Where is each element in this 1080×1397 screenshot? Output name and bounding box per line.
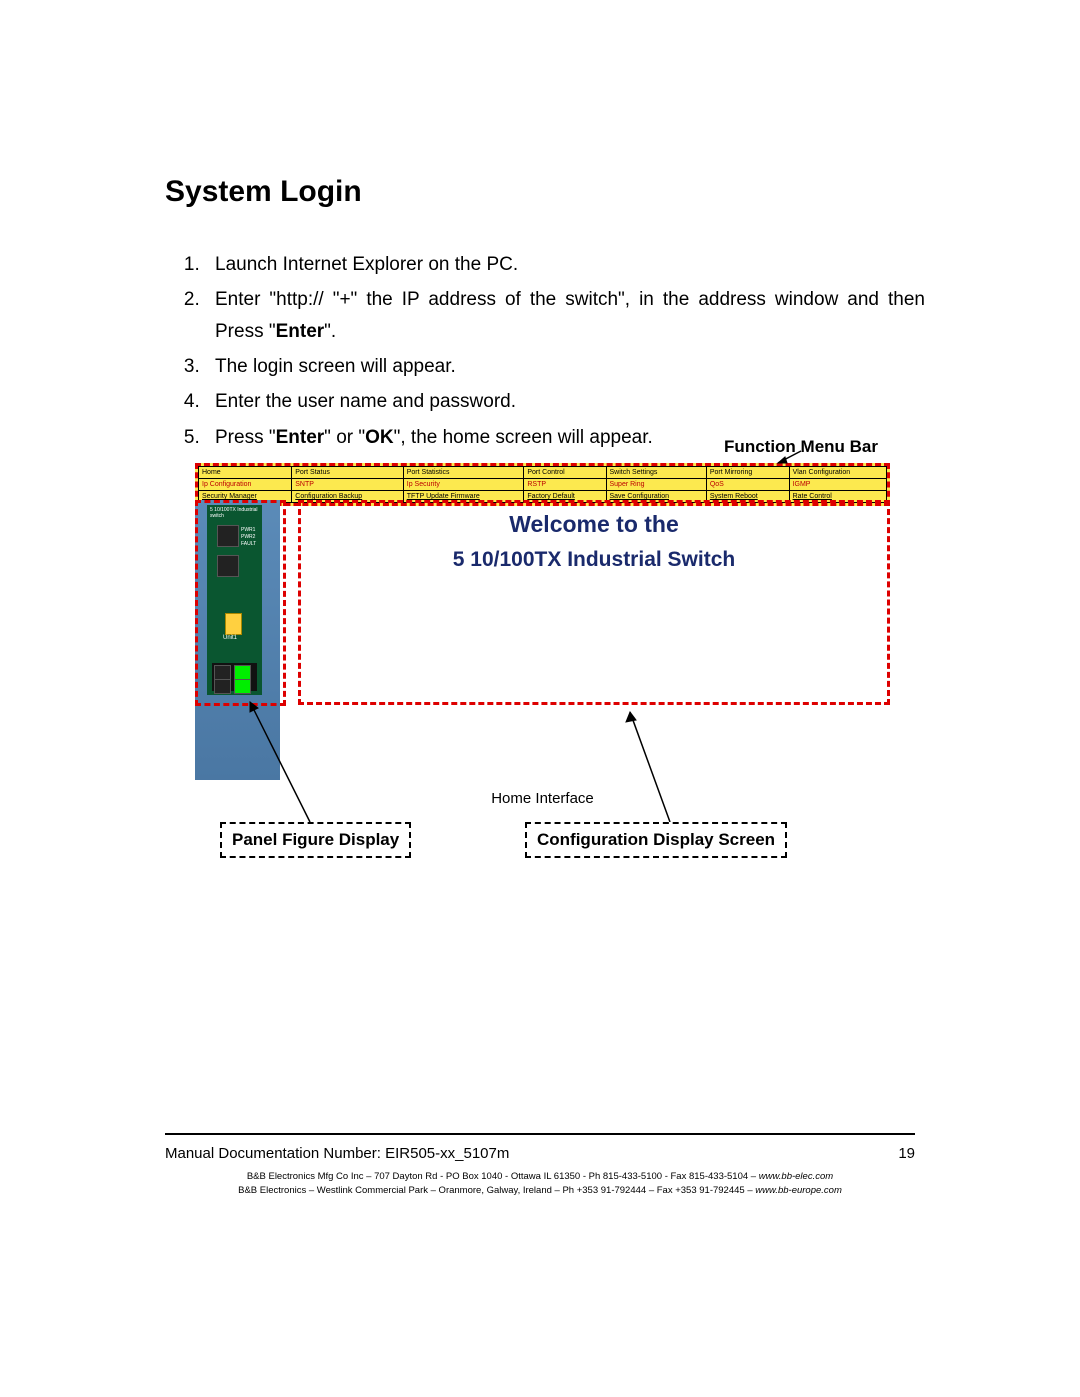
welcome-line-2: 5 10/100TX Industrial Switch <box>301 548 887 572</box>
arrow-fmb-icon <box>773 449 803 467</box>
arrow-panel-icon <box>240 697 320 827</box>
panel-dashed-box <box>195 500 286 706</box>
footer-addr1-text: B&B Electronics Mfg Co Inc – 707 Dayton … <box>247 1171 759 1182</box>
footer-address-2: B&B Electronics – Westlink Commercial Pa… <box>165 1184 915 1197</box>
menu-port-control[interactable]: Port Control <box>524 467 606 479</box>
footer-rule <box>165 1133 915 1135</box>
menu-port-statistics[interactable]: Port Statistics <box>403 467 524 479</box>
footer-docnum: Manual Documentation Number: EIR505-xx_5… <box>165 1145 509 1162</box>
config-display-area: Welcome to the 5 10/100TX Industrial Swi… <box>298 500 890 705</box>
footer-pagenum: 19 <box>898 1145 915 1162</box>
steps-list: Launch Internet Explorer on the PC. Ente… <box>205 249 925 453</box>
step-2: Enter "http:// "+" the IP address of the… <box>205 284 925 347</box>
menu-row-1: Home Port Status Port Statistics Port Co… <box>199 467 887 479</box>
menu-ip-config[interactable]: Ip Configuration <box>199 479 292 491</box>
footer-addr2-url: www.bb-europe.com <box>755 1185 842 1196</box>
step-3: The login screen will appear. <box>205 351 925 382</box>
footer-address-1: B&B Electronics Mfg Co Inc – 707 Dayton … <box>165 1170 915 1183</box>
menu-sntp[interactable]: SNTP <box>292 479 403 491</box>
page-footer: Manual Documentation Number: EIR505-xx_5… <box>165 1133 915 1197</box>
step-1: Launch Internet Explorer on the PC. <box>205 249 925 280</box>
menu-port-mirroring[interactable]: Port Mirroring <box>706 467 789 479</box>
callout-panel-figure: Panel Figure Display <box>220 822 411 858</box>
menu-table: Home Port Status Port Statistics Port Co… <box>198 466 887 503</box>
step-2-enter: Enter <box>276 321 325 342</box>
arrow-config-icon <box>570 707 690 827</box>
main-content: System Login Launch Internet Explorer on… <box>165 175 925 457</box>
menu-igmp[interactable]: IGMP <box>789 479 886 491</box>
callout-config-display: Configuration Display Screen <box>525 822 787 858</box>
menu-qos[interactable]: QoS <box>706 479 789 491</box>
menu-ip-security[interactable]: Ip Security <box>403 479 524 491</box>
step-4: Enter the user name and password. <box>205 386 925 417</box>
footer-addr2-text: B&B Electronics – Westlink Commercial Pa… <box>238 1185 755 1196</box>
page-heading: System Login <box>165 175 925 209</box>
menu-switch-settings[interactable]: Switch Settings <box>606 467 706 479</box>
menu-home[interactable]: Home <box>199 467 292 479</box>
document-page: System Login Launch Internet Explorer on… <box>0 0 1080 1397</box>
footer-docline: Manual Documentation Number: EIR505-xx_5… <box>165 1145 915 1162</box>
menu-port-status[interactable]: Port Status <box>292 467 403 479</box>
menu-super-ring[interactable]: Super Ring <box>606 479 706 491</box>
step-2-text-c: ". <box>324 321 336 342</box>
footer-addr1-url: www.bb-elec.com <box>759 1171 833 1182</box>
welcome-line-1: Welcome to the <box>301 511 887 538</box>
menu-row-2: Ip Configuration SNTP Ip Security RSTP S… <box>199 479 887 491</box>
menu-vlan-config[interactable]: Vlan Configuration <box>789 467 886 479</box>
menu-rstp[interactable]: RSTP <box>524 479 606 491</box>
